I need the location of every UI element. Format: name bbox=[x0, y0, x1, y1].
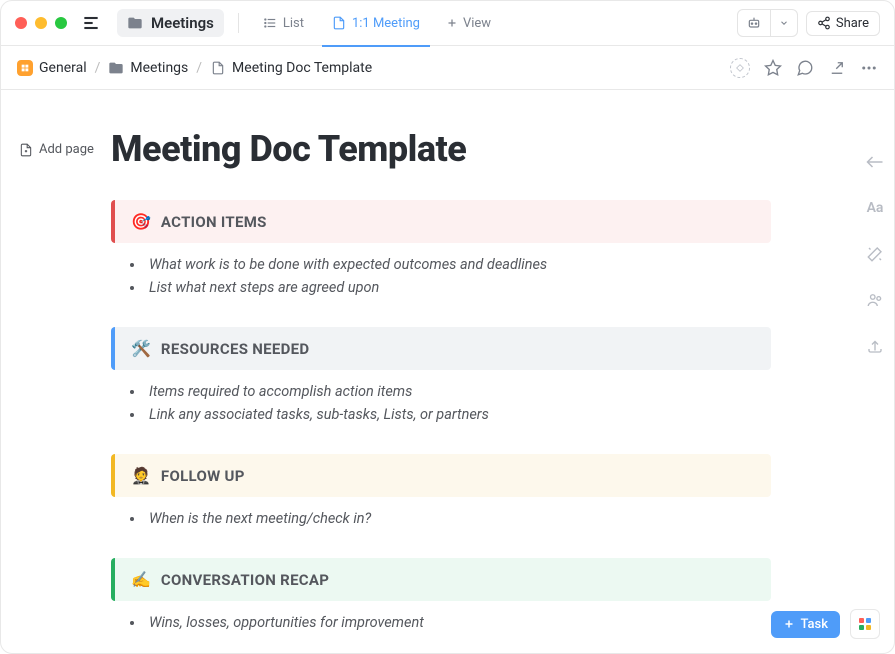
export-icon[interactable] bbox=[864, 335, 886, 357]
plus-icon bbox=[446, 17, 458, 29]
top-bar: Meetings List 1:1 Meeting View bbox=[1, 1, 894, 46]
folder-icon bbox=[108, 60, 124, 76]
add-page-button[interactable]: Add page bbox=[19, 142, 94, 157]
share-label: Share bbox=[836, 16, 869, 31]
crumb-general[interactable]: General bbox=[17, 60, 87, 76]
list-item[interactable]: Items required to accomplish action item… bbox=[145, 380, 771, 403]
comment-icon[interactable] bbox=[796, 59, 814, 77]
add-view-label: View bbox=[463, 16, 491, 31]
breadcrumb-bar: General / Meetings / Meeting Doc Templat… bbox=[1, 46, 894, 90]
list-item[interactable]: Link any associated tasks, sub-tasks, Li… bbox=[145, 403, 771, 426]
folder-icon bbox=[127, 15, 143, 31]
chevron-down-icon bbox=[770, 10, 797, 36]
window-controls bbox=[15, 17, 67, 29]
list-icon bbox=[263, 16, 277, 30]
list-item[interactable]: Wins, losses, opportunities for improvem… bbox=[145, 611, 771, 634]
resources-list[interactable]: Items required to accomplish action item… bbox=[131, 380, 771, 426]
list-item[interactable]: When is the next meeting/check in? bbox=[145, 507, 771, 530]
callout-resources[interactable]: 🛠️ RESOURCES NEEDED bbox=[111, 327, 771, 370]
person-emoji: 🤵 bbox=[131, 466, 151, 485]
new-task-button[interactable]: Task bbox=[771, 611, 840, 638]
font-icon[interactable]: Aa bbox=[864, 197, 886, 219]
recap-list[interactable]: Wins, losses, opportunities for improvem… bbox=[131, 611, 771, 634]
robot-icon bbox=[738, 10, 770, 36]
more-icon[interactable] bbox=[860, 59, 878, 77]
folder-name: Meetings bbox=[151, 14, 214, 32]
doc-actions bbox=[730, 58, 878, 78]
callout-heading: ACTION ITEMS bbox=[161, 213, 267, 231]
collaborators-icon[interactable] bbox=[864, 289, 886, 311]
tag-icon[interactable] bbox=[730, 58, 750, 78]
action-items-list[interactable]: What work is to be done with expected ou… bbox=[131, 253, 771, 299]
target-emoji: 🎯 bbox=[131, 212, 151, 231]
topbar-actions: Share bbox=[737, 9, 880, 37]
apps-icon bbox=[859, 618, 871, 630]
callout-heading: RESOURCES NEEDED bbox=[161, 340, 310, 358]
tab-label: List bbox=[283, 16, 304, 31]
share-icon bbox=[817, 16, 831, 30]
automation-dropdown[interactable] bbox=[737, 9, 798, 37]
list-item[interactable]: What work is to be done with expected ou… bbox=[145, 253, 771, 276]
add-page-icon bbox=[19, 143, 33, 157]
add-view-button[interactable]: View bbox=[438, 16, 499, 31]
followup-list[interactable]: When is the next meeting/check in? bbox=[131, 507, 771, 530]
apps-button[interactable] bbox=[850, 609, 880, 639]
crumb-label: General bbox=[39, 60, 87, 76]
sidebar-toggle-icon[interactable] bbox=[81, 13, 101, 33]
divider bbox=[238, 13, 239, 33]
wand-icon[interactable] bbox=[864, 243, 886, 265]
star-icon[interactable] bbox=[764, 59, 782, 77]
crumb-label: Meetings bbox=[130, 60, 188, 76]
plus-icon bbox=[783, 618, 795, 630]
task-label: Task bbox=[800, 617, 828, 632]
callout-followup[interactable]: 🤵 FOLLOW UP bbox=[111, 454, 771, 497]
maximize-window[interactable] bbox=[55, 17, 67, 29]
breadcrumb-separator: / bbox=[196, 60, 202, 76]
doc-icon bbox=[210, 60, 226, 76]
close-window[interactable] bbox=[15, 17, 27, 29]
writing-emoji: ✍️ bbox=[131, 570, 151, 589]
tab-label: 1:1 Meeting bbox=[352, 16, 420, 31]
right-rail: Aa bbox=[864, 151, 886, 357]
crumb-doc[interactable]: Meeting Doc Template bbox=[210, 60, 372, 76]
doc-icon bbox=[332, 16, 346, 30]
folder-chip[interactable]: Meetings bbox=[117, 9, 224, 37]
tab-meeting[interactable]: 1:1 Meeting bbox=[322, 1, 430, 46]
callout-heading: FOLLOW UP bbox=[161, 467, 245, 485]
share-button[interactable]: Share bbox=[806, 11, 880, 36]
list-item[interactable]: List what next steps are agreed upon bbox=[145, 276, 771, 299]
width-icon[interactable] bbox=[864, 151, 886, 173]
breadcrumb-separator: / bbox=[95, 60, 101, 76]
callout-action-items[interactable]: 🎯 ACTION ITEMS bbox=[111, 200, 771, 243]
add-page-label: Add page bbox=[39, 142, 94, 157]
crumb-label: Meeting Doc Template bbox=[232, 60, 372, 76]
doc-title[interactable]: Meeting Doc Template bbox=[111, 128, 771, 170]
floating-actions: Task bbox=[771, 609, 880, 639]
main-content: Add page Meeting Doc Template 🎯 ACTION I… bbox=[1, 90, 894, 653]
callout-recap[interactable]: ✍️ CONVERSATION RECAP bbox=[111, 558, 771, 601]
tools-emoji: 🛠️ bbox=[131, 339, 151, 358]
download-icon[interactable] bbox=[828, 59, 846, 77]
minimize-window[interactable] bbox=[35, 17, 47, 29]
space-icon bbox=[17, 60, 33, 76]
crumb-folder[interactable]: Meetings bbox=[108, 60, 188, 76]
document-body[interactable]: Meeting Doc Template 🎯 ACTION ITEMS What… bbox=[111, 128, 771, 634]
callout-heading: CONVERSATION RECAP bbox=[161, 571, 329, 589]
tab-list[interactable]: List bbox=[253, 1, 314, 46]
